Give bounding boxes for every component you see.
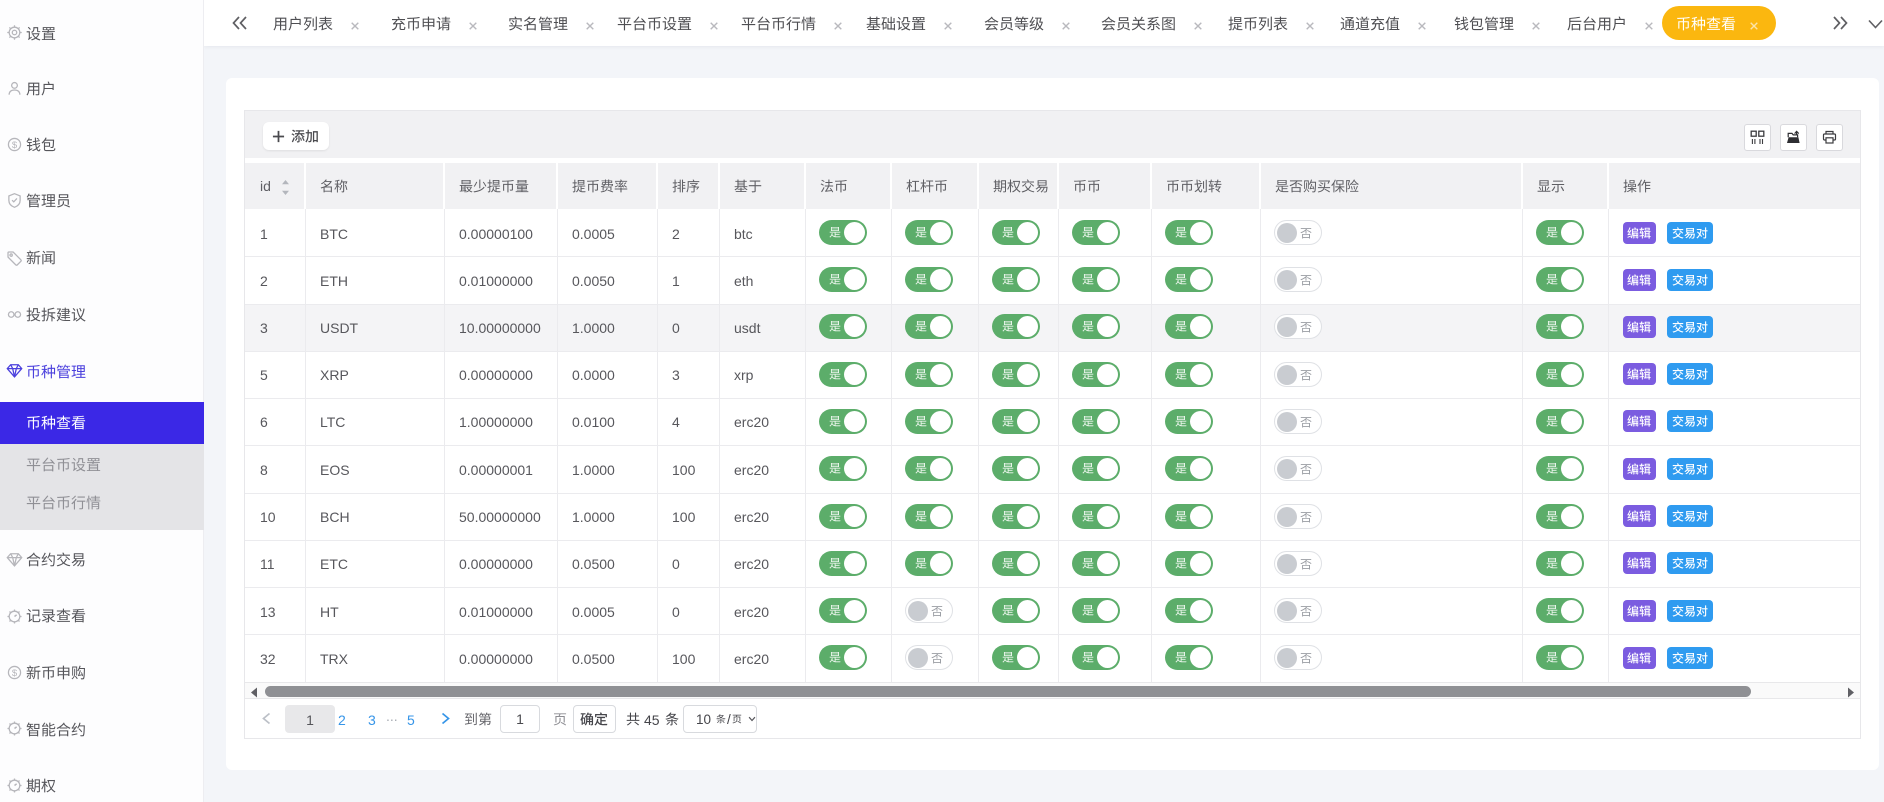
svg-text:$: $ — [12, 140, 18, 151]
svg-text:$: $ — [12, 668, 18, 679]
